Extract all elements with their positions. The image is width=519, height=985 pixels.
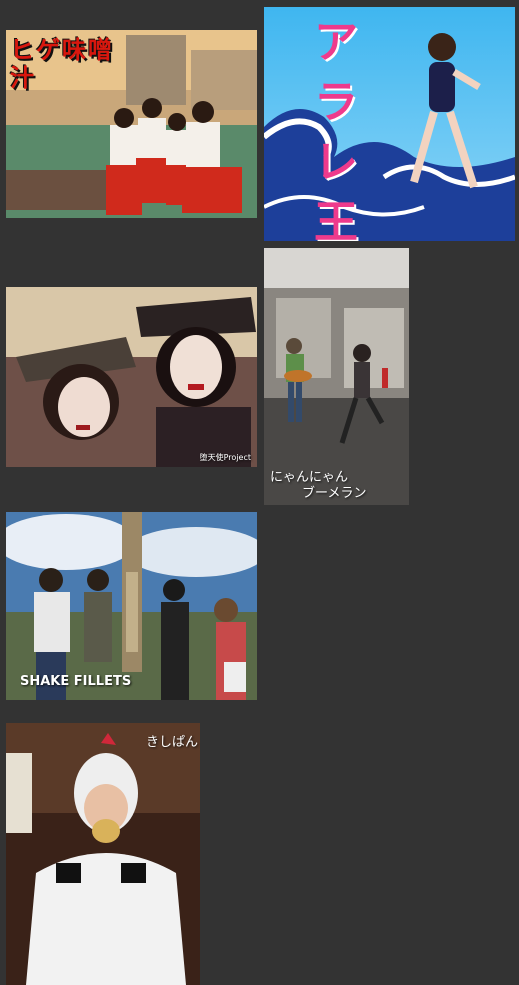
band-photo-higeajimishiru[interactable]: ヒゲ味噌汁 xyxy=(6,30,257,218)
band-photo-kishipan-image xyxy=(6,723,200,985)
band-logo-arare-ou: アラレ王 xyxy=(314,17,358,241)
band-caption-shake-fillets: SHAKE FILLETS xyxy=(20,674,132,689)
band-caption-datenshi: 堕天使Project xyxy=(199,453,251,462)
band-caption-kishipan: きしぱん xyxy=(146,735,199,750)
band-photo-kishipan[interactable]: きしぱん xyxy=(6,723,200,985)
band-logo-higeajimishiru: ヒゲ味噌汁 xyxy=(10,36,114,92)
band-photo-datenshi-image xyxy=(6,287,257,467)
band-photo-datenshi[interactable]: 堕天使Project xyxy=(6,287,257,467)
band-photo-arare-ou-image xyxy=(264,7,515,241)
band-photo-shake-fillets[interactable]: SHAKE FILLETS xyxy=(6,512,257,700)
band-photo-arare-ou[interactable]: アラレ王 xyxy=(264,7,515,241)
band-caption-nyannyan-line2: ブーメラン xyxy=(302,486,367,501)
band-photo-nyannyan[interactable]: にゃんにゃん ブーメラン xyxy=(264,248,409,505)
band-photo-shake-fillets-image xyxy=(6,512,257,700)
